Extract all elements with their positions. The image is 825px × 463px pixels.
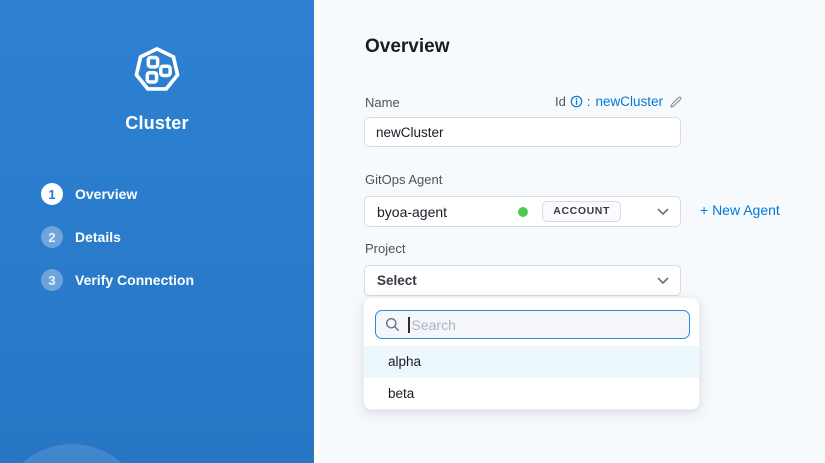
agent-value: byoa-agent: [377, 204, 447, 220]
wizard-sidebar: Cluster 1 Overview 2 Details 3 Verify Co…: [0, 0, 314, 463]
id-prefix-label: Id: [555, 94, 566, 109]
chevron-down-icon: [657, 277, 669, 285]
text-caret: [408, 317, 410, 333]
project-select-placeholder: Select: [377, 273, 417, 288]
step-label: Details: [75, 229, 121, 245]
wizard-steps: 1 Overview 2 Details 3 Verify Connection: [41, 183, 194, 312]
overview-step-panel: Overview Name Id : newCluster GitOps Age…: [320, 0, 825, 463]
decorative-circle: [0, 444, 147, 463]
scope-badge: ACCOUNT: [542, 201, 621, 222]
agent-health-dot: [518, 207, 528, 217]
project-label: Project: [365, 241, 405, 256]
option-alpha[interactable]: alpha: [364, 346, 699, 378]
dropdown-search[interactable]: [375, 310, 690, 339]
name-input[interactable]: [364, 117, 681, 147]
step-number: 1: [41, 183, 63, 205]
cluster-icon: [0, 44, 314, 96]
id-separator: :: [587, 94, 591, 109]
gitops-agent-select[interactable]: byoa-agent ACCOUNT: [364, 196, 681, 227]
step-label: Verify Connection: [75, 272, 194, 288]
edit-id-icon[interactable]: [669, 95, 683, 109]
identifier-value: newCluster: [595, 94, 663, 109]
new-agent-link[interactable]: + New Agent: [700, 202, 780, 218]
page-title: Overview: [365, 36, 450, 58]
option-beta[interactable]: beta: [364, 378, 699, 410]
project-dropdown-popover: alpha beta: [363, 297, 700, 410]
identifier-row: Id : newCluster: [555, 94, 683, 109]
step-verify-connection[interactable]: 3 Verify Connection: [41, 269, 194, 291]
step-number: 2: [41, 226, 63, 248]
step-label: Overview: [75, 186, 137, 202]
gitops-agent-label: GitOps Agent: [365, 172, 442, 187]
project-options-list: alpha beta: [364, 346, 699, 410]
info-icon[interactable]: [570, 95, 583, 108]
step-details[interactable]: 2 Details: [41, 226, 194, 248]
name-label: Name: [365, 95, 400, 110]
search-input[interactable]: [412, 317, 681, 333]
chevron-down-icon: [657, 208, 669, 216]
step-number: 3: [41, 269, 63, 291]
step-overview[interactable]: 1 Overview: [41, 183, 194, 205]
project-select[interactable]: Select: [364, 265, 681, 296]
wizard-title: Cluster: [0, 113, 314, 134]
search-icon: [385, 317, 400, 332]
